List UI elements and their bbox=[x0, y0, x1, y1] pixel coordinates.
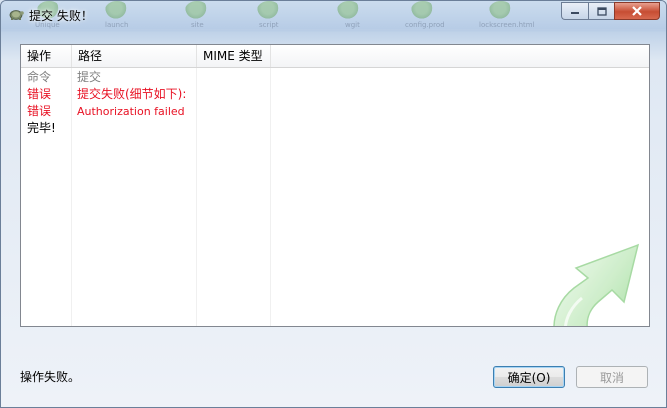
row-operation: 错误 bbox=[27, 104, 52, 118]
row-path: Authorization failed bbox=[77, 105, 185, 118]
maximize-button[interactable] bbox=[588, 2, 614, 20]
curved-arrow-icon bbox=[553, 243, 640, 326]
list-header: 操作 路径 MIME 类型 bbox=[21, 45, 649, 68]
list-item[interactable]: 完毕! bbox=[21, 120, 649, 137]
background-desktop-icon bbox=[489, 1, 513, 19]
close-icon bbox=[632, 6, 642, 16]
title-bar[interactable]: Unique launch site script wgit config.pr… bbox=[1, 1, 666, 29]
result-list[interactable]: 操作 路径 MIME 类型 命令 提交 错误 提交失败(细节如下): 错误 Au… bbox=[20, 44, 650, 327]
background-desktop-label: script bbox=[259, 21, 279, 29]
ok-button[interactable]: 确定(O) bbox=[493, 366, 565, 388]
row-path: 提交失败(细节如下): bbox=[77, 87, 187, 101]
column-header-mime-type[interactable]: MIME 类型 bbox=[197, 45, 271, 67]
background-desktop-label: site bbox=[191, 21, 204, 29]
background-desktop-label: lockscreen.html bbox=[479, 21, 535, 29]
row-operation: 完毕! bbox=[27, 121, 56, 135]
row-operation: 错误 bbox=[27, 87, 52, 101]
tortoise-icon bbox=[9, 10, 24, 20]
cancel-button[interactable]: 取消 bbox=[576, 366, 648, 388]
column-header-operation[interactable]: 操作 bbox=[21, 45, 72, 67]
close-button[interactable] bbox=[614, 2, 660, 20]
background-desktop-icon bbox=[185, 1, 209, 19]
minimize-button[interactable] bbox=[561, 2, 588, 20]
row-operation: 命令 bbox=[27, 70, 52, 84]
background-desktop-label: wgit bbox=[345, 21, 360, 29]
maximize-icon bbox=[596, 6, 607, 16]
list-item[interactable]: 命令 提交 bbox=[21, 69, 649, 86]
background-desktop-icon bbox=[337, 1, 361, 19]
background-desktop-icon bbox=[105, 1, 129, 19]
row-path: 提交 bbox=[77, 70, 102, 84]
status-text: 操作失败。 bbox=[20, 370, 81, 384]
list-item[interactable]: 错误 Authorization failed bbox=[21, 103, 649, 120]
commit-dialog-window: Unique launch site script wgit config.pr… bbox=[0, 0, 667, 408]
background-desktop-label: launch bbox=[105, 21, 129, 29]
background-desktop-icon bbox=[257, 1, 281, 19]
column-header-path[interactable]: 路径 bbox=[72, 45, 197, 67]
window-title: 提交 失败！ bbox=[29, 9, 93, 23]
list-item[interactable]: 错误 提交失败(细节如下): bbox=[21, 86, 649, 103]
minimize-icon bbox=[571, 12, 579, 14]
background-desktop-label: config.prod bbox=[405, 21, 445, 29]
background-desktop-icon bbox=[411, 1, 435, 19]
